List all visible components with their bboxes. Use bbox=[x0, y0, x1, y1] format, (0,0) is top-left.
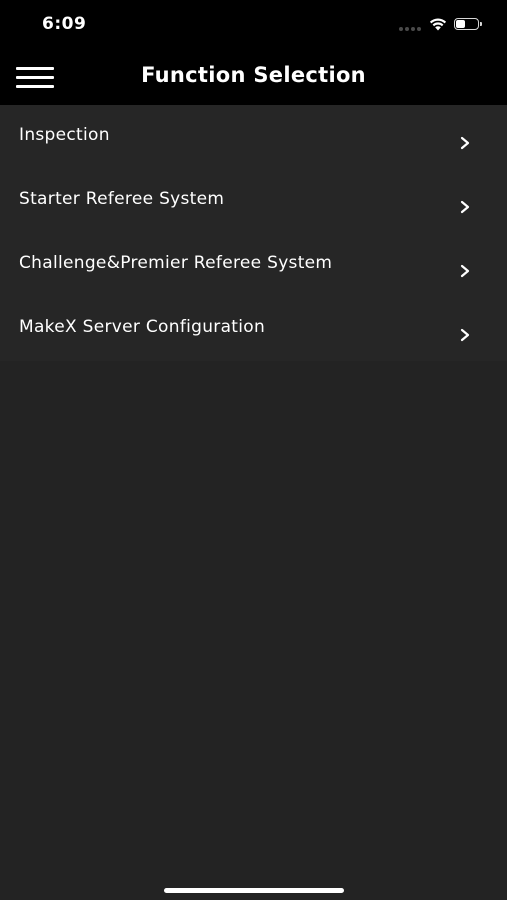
nav-bar: Function Selection bbox=[0, 50, 507, 105]
chevron-right-icon bbox=[460, 264, 470, 278]
battery-level bbox=[456, 20, 465, 28]
list-item-makex-server-configuration[interactable]: MakeX Server Configuration bbox=[0, 297, 507, 361]
status-bar: 6:09 bbox=[0, 0, 507, 50]
chevron-right-icon bbox=[460, 136, 470, 150]
list-item-label: Inspection bbox=[19, 125, 110, 145]
list-item-starter-referee-system[interactable]: Starter Referee System bbox=[0, 169, 507, 233]
screen: 6:09 Function Selection Inspection Start… bbox=[0, 0, 507, 900]
status-time: 6:09 bbox=[42, 14, 87, 34]
wifi-icon bbox=[429, 18, 447, 31]
home-indicator[interactable] bbox=[164, 888, 344, 893]
list-item-label: Starter Referee System bbox=[19, 189, 225, 209]
list-item-label: Challenge&Premier Referee System bbox=[19, 253, 333, 273]
list-item-inspection[interactable]: Inspection bbox=[0, 105, 507, 169]
list-item-label: MakeX Server Configuration bbox=[19, 317, 266, 337]
chevron-right-icon bbox=[460, 328, 470, 342]
cellular-signal-icon bbox=[399, 27, 423, 31]
battery-icon bbox=[454, 18, 486, 32]
chevron-right-icon bbox=[460, 200, 470, 214]
list-item-challenge-premier-referee-system[interactable]: Challenge&Premier Referee System bbox=[0, 233, 507, 297]
function-list: Inspection Starter Referee System Challe… bbox=[0, 105, 507, 361]
page-title: Function Selection bbox=[141, 63, 366, 87]
